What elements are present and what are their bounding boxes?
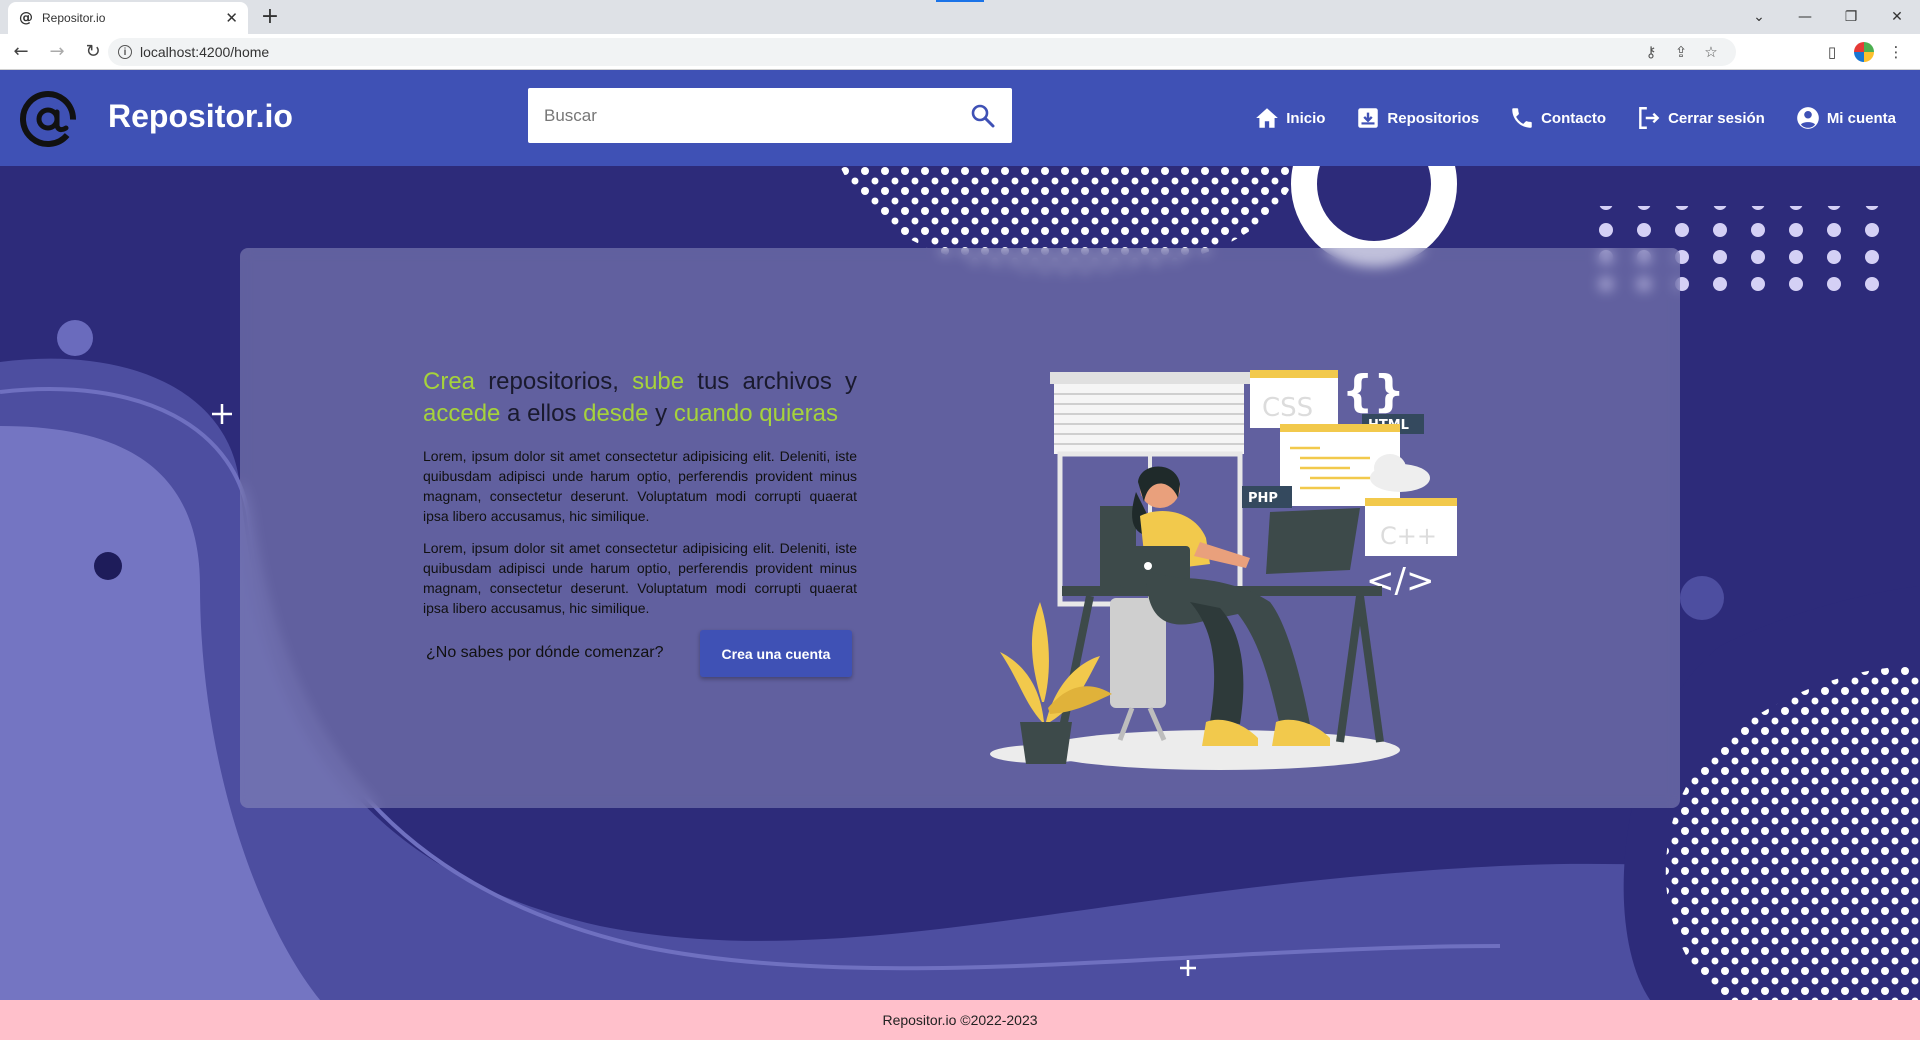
toolbar-actions: ▯ ⋮ [1816,38,1912,66]
create-account-button[interactable]: Crea una cuenta [700,630,852,677]
close-icon[interactable]: ✕ [225,9,238,27]
nav-contact[interactable]: Contacto [1509,105,1606,131]
developer-illustration: CSS {} HTML PHP C++ </> [990,366,1457,770]
nav-account[interactable]: Mi cuenta [1795,105,1896,131]
cta-question: ¿No sabes por dónde comenzar? [426,644,664,661]
window-controls: ⌄ — ❐ ✕ [1736,0,1920,34]
nav-repos-label: Repositorios [1387,109,1480,127]
browser-tab[interactable]: @ Repositor.io ✕ [8,2,248,34]
tab-title: Repositor.io [42,11,106,25]
hero-card: Crea repositorios, sube tus archivos y a… [240,248,1680,808]
headline-word: accede [423,400,501,427]
address-bar[interactable]: i localhost:4200/home ⚷ ⇪ ☆ [108,38,1736,66]
new-tab-button[interactable]: + [258,5,282,29]
side-panel-icon[interactable]: ▯ [1816,38,1848,66]
tab-indicator [936,0,984,2]
nav-home[interactable]: Inicio [1254,105,1325,131]
browser-toolbar: ← → ↻ i localhost:4200/home ⚷ ⇪ ☆ ▯ ⋮ [0,34,1920,70]
at-sign-icon: @ [19,10,33,26]
nav-logout-label: Cerrar sesión [1668,109,1765,127]
minimize-button[interactable]: — [1782,0,1828,34]
close-window-button[interactable]: ✕ [1874,0,1920,34]
nav-contact-label: Contacto [1541,109,1607,127]
forward-button[interactable]: → [42,37,72,67]
headline-word: cuando quieras [673,400,838,427]
logout-icon [1639,107,1660,129]
hero-headline: Crea repositorios, sube tus archivos y a… [423,366,857,430]
search-input[interactable] [544,105,970,126]
cpp-label: C++ [1380,522,1437,550]
info-icon[interactable]: i [118,45,132,59]
headline-word: repositorios, [475,368,633,395]
hero-section: Crea repositorios, sube tus archivos y a… [0,166,1920,1000]
headline-word: sube [632,368,685,395]
main-nav: Inicio Repositorios Contacto Cerrar sesi… [1254,70,1896,166]
menu-icon[interactable]: ⋮ [1880,38,1912,66]
headline-word: a ellos [500,400,584,427]
php-label: PHP [1248,491,1278,506]
footer: Repositor.io ©2022-2023 [0,1000,1920,1040]
url-text[interactable]: localhost:4200/home [140,44,1636,60]
css-label: CSS [1262,393,1313,423]
hero-paragraph-2: Lorem, ipsum dolor sit amet consectetur … [423,540,857,616]
nav-home-label: Inicio [1286,109,1326,127]
app-header: Repositor.io Inicio Repositorios Contact… [0,70,1920,166]
search-icon[interactable] [970,103,996,129]
search-bar [528,88,1012,143]
nav-logout[interactable]: Cerrar sesión [1636,105,1765,131]
reload-button[interactable]: ↻ [78,37,108,67]
key-icon[interactable]: ⚷ [1636,43,1666,61]
browser-tabstrip: @ Repositor.io ✕ + ⌄ — ❐ ✕ [0,0,1920,34]
headline-word: tus archivos y [684,368,857,395]
footer-text: Repositor.io ©2022-2023 [882,1012,1038,1028]
headline-word: y [648,400,674,427]
brand-name[interactable]: Repositor.io [108,98,293,135]
chevron-down-icon[interactable]: ⌄ [1736,0,1782,34]
nav-repos[interactable]: Repositorios [1355,105,1479,131]
profile-avatar[interactable] [1848,38,1880,66]
nav-account-label: Mi cuenta [1826,109,1896,127]
headline-word: Crea [423,368,476,395]
headline-word: desde [583,400,649,427]
braces-label: {} [1342,366,1405,417]
account-circle-icon [1796,107,1819,129]
phone-icon [1512,108,1532,128]
share-icon[interactable]: ⇪ [1666,43,1696,61]
star-icon[interactable]: ☆ [1696,43,1726,61]
logo-icon[interactable] [18,86,84,152]
restore-button[interactable]: ❐ [1828,0,1874,34]
hero-paragraph-1: Lorem, ipsum dolor sit amet consectetur … [423,448,857,524]
home-icon [1256,108,1279,128]
archive-icon [1358,108,1379,128]
back-button[interactable]: ← [6,37,36,67]
